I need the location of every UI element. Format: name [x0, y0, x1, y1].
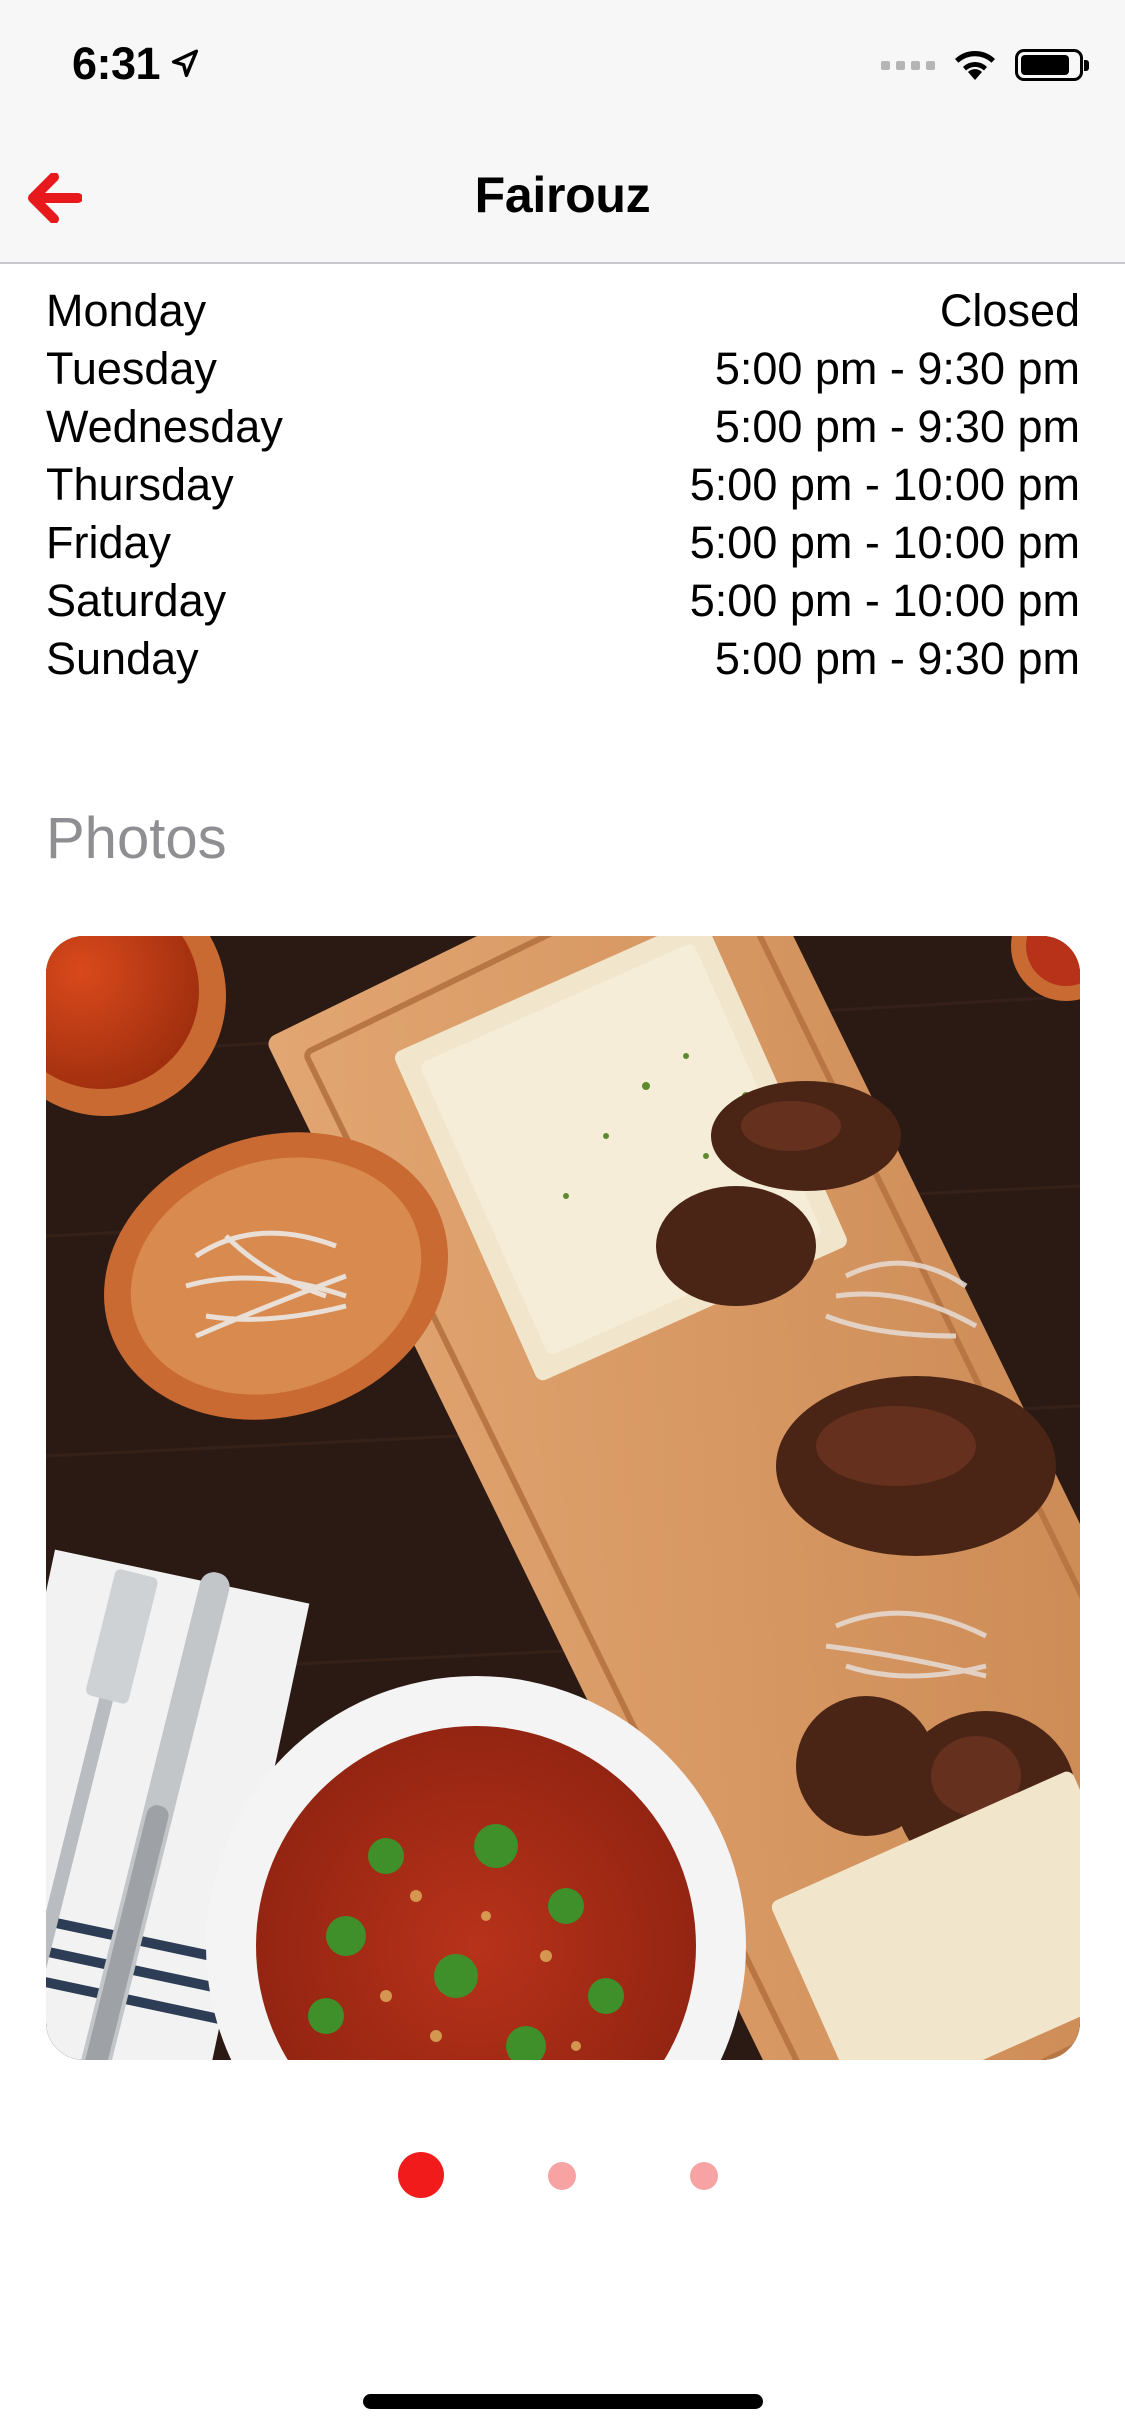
hours-row-tuesday: Tuesday 5:00 pm - 9:30 pm [46, 340, 1080, 398]
time-label: 5:00 pm - 10:00 pm [689, 459, 1080, 510]
hours-row-sunday: Sunday 5:00 pm - 9:30 pm [46, 630, 1080, 688]
day-label: Friday [46, 517, 172, 568]
opening-hours-table: Monday Closed Tuesday 5:00 pm - 9:30 pm … [46, 282, 1080, 688]
status-time: 6:31 [72, 38, 202, 90]
time-label: 5:00 pm - 9:30 pm [714, 401, 1080, 452]
home-indicator[interactable] [363, 2394, 763, 2409]
status-indicators [881, 48, 1089, 82]
status-bar: 6:31 [0, 0, 1125, 132]
wifi-icon [955, 51, 995, 80]
day-label: Sunday [46, 633, 199, 684]
time-label: 5:00 pm - 10:00 pm [689, 575, 1080, 626]
day-label: Saturday [46, 575, 227, 626]
hours-row-wednesday: Wednesday 5:00 pm - 9:30 pm [46, 398, 1080, 456]
page-dot-3[interactable] [690, 2162, 718, 2190]
day-label: Wednesday [46, 401, 283, 452]
status-time-label: 6:31 [72, 38, 161, 89]
day-label: Monday [46, 285, 207, 336]
navigation-bar: Fairouz [0, 132, 1125, 264]
page-dot-2[interactable] [548, 2162, 576, 2190]
time-label: 5:00 pm - 10:00 pm [689, 517, 1080, 568]
page-title: Fairouz [474, 167, 651, 223]
photo-carousel[interactable] [46, 936, 1080, 2060]
day-label: Tuesday [46, 343, 217, 394]
time-label: Closed [939, 285, 1080, 336]
hours-row-thursday: Thursday 5:00 pm - 10:00 pm [46, 456, 1080, 514]
page-dot-1[interactable] [398, 2152, 444, 2198]
hours-row-friday: Friday 5:00 pm - 10:00 pm [46, 514, 1080, 572]
food-photo [46, 936, 1080, 2060]
hours-row-saturday: Saturday 5:00 pm - 10:00 pm [46, 572, 1080, 630]
time-label: 5:00 pm - 9:30 pm [714, 633, 1080, 684]
battery-icon [1015, 49, 1089, 81]
cellular-signal-icon [881, 60, 935, 70]
photos-heading: Photos [46, 806, 227, 871]
battery-level [1021, 55, 1069, 75]
photo-page-indicator[interactable] [0, 2152, 1125, 2200]
location-arrow-icon [172, 49, 199, 78]
day-label: Thursday [46, 459, 234, 510]
time-label: 5:00 pm - 9:30 pm [714, 343, 1080, 394]
hours-row-monday: Monday Closed [46, 282, 1080, 340]
